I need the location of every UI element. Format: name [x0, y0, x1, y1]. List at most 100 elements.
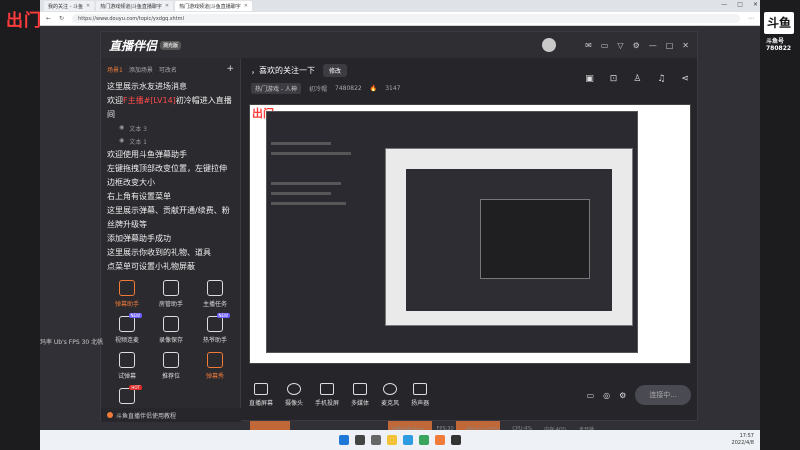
text-line [271, 192, 331, 195]
minimize-icon[interactable]: — [649, 41, 657, 50]
settings-icon[interactable]: ⚙ [633, 41, 640, 50]
brand-number: 780822 [766, 45, 792, 52]
shirt-icon[interactable]: ▽ [617, 41, 623, 50]
chat-line: 这里展示弹幕、贡献开通/续费、粉丝牌升级等 [107, 206, 230, 229]
screen-button[interactable]: 直播屏幕 [249, 383, 273, 407]
edge-icon[interactable] [403, 435, 413, 445]
eye-icon[interactable]: ◉ [119, 124, 124, 133]
stream-preview[interactable]: 出门 [249, 104, 691, 364]
close-icon[interactable]: ✕ [86, 3, 90, 9]
tab-scene-1[interactable]: 场景1 [107, 65, 123, 74]
chat-line: 左键拖拽顶部改变位置，左键拉伸边框改变大小 [107, 164, 227, 187]
overlay-fps-text: 玛率 Ub's FPS 30 北帆 [40, 339, 104, 346]
lock-icon[interactable]: ⊡ [610, 74, 618, 84]
screen-icon [254, 383, 268, 395]
folder-icon[interactable]: ▭ [601, 41, 609, 50]
maximize-icon[interactable]: □ [737, 1, 743, 8]
mail-icon[interactable]: ✉ [585, 41, 592, 50]
app-icon[interactable] [451, 435, 461, 445]
edit-title-button[interactable]: 修改 [323, 64, 348, 77]
star-icon: NEW [207, 313, 230, 332]
tab-label: 我的关注 - 斗鱼 [48, 3, 83, 10]
tab-label: 热门游戏频道|斗鱼直播聊字 [100, 3, 162, 10]
user-icon[interactable]: ♙ [633, 74, 641, 84]
hot-badge: HOT [129, 385, 142, 390]
tool-danmu-helper[interactable]: 弹幕助手 [105, 280, 149, 308]
tool-recommend[interactable]: 推荐位 [149, 352, 193, 380]
task-icon [207, 280, 223, 296]
close-icon[interactable]: ✕ [165, 3, 169, 9]
source-item[interactable]: ◉ 文本 3 [101, 122, 240, 135]
douyu-icon[interactable] [435, 435, 445, 445]
camera-button[interactable]: 摄像头 [285, 383, 303, 407]
mic-button[interactable]: 麦克风 [381, 383, 399, 407]
eye-icon[interactable]: ◉ [119, 137, 124, 146]
source-label: 文本 3 [129, 126, 147, 133]
start-live-button[interactable]: 连接中... [635, 385, 691, 405]
media-button[interactable]: 多媒体 [351, 383, 369, 407]
back-icon[interactable]: ← [46, 15, 51, 22]
app-header: 直播伴侣 测光版 ✉ ▭ ▽ ⚙ — □ ✕ [101, 32, 697, 58]
speaker-button[interactable]: 扬声器 [411, 383, 429, 407]
live-controls: ▭ ◎ ⚙ 连接中... [587, 385, 691, 405]
heat-value: 3147 [385, 85, 401, 92]
tool-label: 主播任务 [202, 301, 227, 308]
heat-icon: 🔥 [369, 85, 378, 92]
settings-icon[interactable]: ⚙ [619, 391, 626, 400]
minimize-icon[interactable]: — [721, 1, 727, 8]
source-item[interactable]: ◉ 文本 1 [101, 135, 240, 148]
store-icon[interactable] [419, 435, 429, 445]
control-label: 多媒体 [351, 400, 370, 407]
tool-video-link[interactable]: NEW 视频连麦 [105, 313, 149, 344]
folder-icon[interactable] [387, 435, 397, 445]
browser-tab-active[interactable]: 热门游戏频道|斗鱼直播聊字 ✕ [175, 1, 252, 11]
maximize-icon[interactable]: □ [666, 41, 674, 50]
tool-hot-helper[interactable]: NEW 热爷助手 [193, 313, 237, 344]
phone-icon [320, 383, 335, 395]
os-taskbar: 17:57 2022/4/8 [40, 430, 760, 450]
gift-icon[interactable]: ▣ [585, 74, 594, 84]
add-icon[interactable]: + [226, 64, 234, 74]
tab-add-scene[interactable]: 添加场景 [129, 65, 153, 74]
chat-line: 添加弹幕助手成功 [107, 234, 171, 243]
tool-room-admin[interactable]: 房管助手 [149, 280, 193, 308]
browser-tab[interactable]: 热门游戏频道|斗鱼直播聊字 ✕ [96, 1, 174, 11]
tool-record[interactable]: 录像保存 [149, 316, 193, 344]
avatar[interactable] [542, 38, 557, 52]
window-controls: — □ ✕ [721, 1, 758, 8]
system-tray: 17:57 2022/4/8 [732, 433, 754, 447]
tool-tasks[interactable]: 主播任务 [193, 280, 237, 308]
left-panel: 场景1 添加场景 可改名 + 这里展示水友进场消息 欢迎F主播#[LV14]初冷… [101, 58, 241, 422]
eye-icon[interactable]: ◎ [603, 391, 610, 400]
clock-date: 2022/4/8 [731, 440, 754, 446]
tool-label: 试弹幕 [117, 373, 136, 380]
phone-button[interactable]: 手机投屏 [315, 383, 339, 407]
windows-start-icon[interactable] [339, 435, 349, 445]
app-logo-text: 直播伴侣 [109, 38, 158, 53]
overlay-chu-text: 出门 [6, 11, 42, 31]
tutorial-link[interactable]: 斗鱼直播伴侣使用教程 [101, 408, 241, 422]
close-window-icon[interactable]: ✕ [753, 1, 758, 8]
close-icon[interactable]: ✕ [244, 3, 248, 9]
tab-rename[interactable]: 可改名 [159, 65, 177, 74]
url-input[interactable]: https://www.douyu.com/topic/yxdgq.shtml [72, 14, 740, 23]
chat-line: 右上角有设置菜单 [107, 192, 171, 201]
share-icon[interactable]: ⋖ [681, 74, 689, 84]
scene-tabs: 场景1 添加场景 可改名 + [101, 58, 240, 80]
room-header: ，喜欢的关注一下 修改 热门游戏 - 人神 初冷帽 7480822 🔥 3147… [241, 58, 699, 102]
chat-line: 这里展示你收到的礼物、道具 [107, 248, 211, 257]
record-icon[interactable]: ▭ [587, 391, 595, 400]
control-label: 手机投屏 [315, 400, 340, 407]
search-icon[interactable] [355, 435, 365, 445]
browser-tab[interactable]: 我的关注 - 斗鱼 ✕ [44, 1, 95, 11]
close-icon[interactable]: ✕ [682, 41, 689, 50]
tool-danmu-show[interactable]: 弹幕秀 [193, 352, 237, 380]
bell-icon[interactable]: ♫ [657, 74, 665, 84]
chat-line: 欢迎使用斗鱼弹幕助手 [107, 150, 187, 159]
address-bar: ← ↻ https://www.douyu.com/topic/yxdgq.sh… [40, 12, 760, 26]
taskview-icon[interactable] [371, 435, 381, 445]
tool-try-danmu[interactable]: 试弹幕 [105, 352, 149, 380]
reload-icon[interactable]: ↻ [59, 15, 64, 22]
chat-line: 欢迎F主播#[LV14]初冷帽进入直播间 [101, 94, 240, 122]
category-tag[interactable]: 热门游戏 - 人神 [251, 83, 301, 94]
